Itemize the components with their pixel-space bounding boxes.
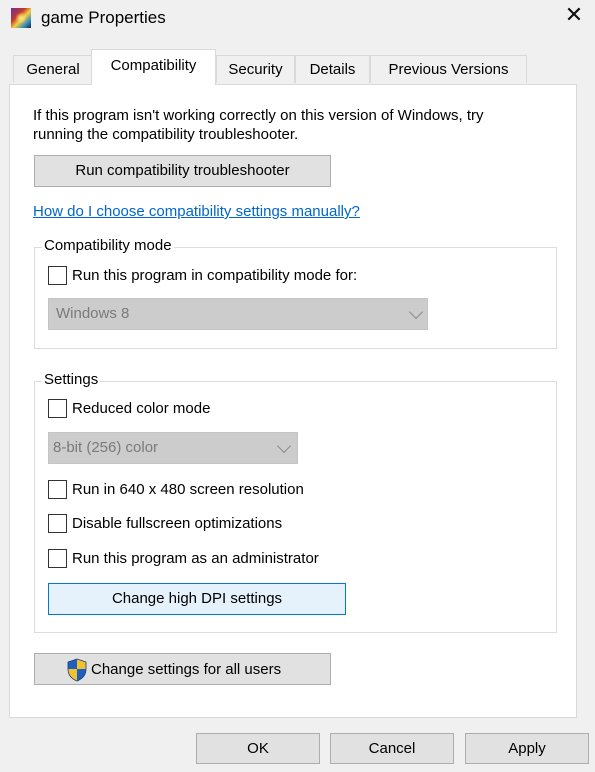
properties-dialog: game Properties ✕ General Compatibility … xyxy=(0,0,595,772)
uac-shield-icon xyxy=(66,658,88,682)
compat-mode-checkbox-label[interactable]: Run this program in compatibility mode f… xyxy=(72,266,357,285)
resolution-checkbox[interactable] xyxy=(48,480,67,499)
change-dpi-button[interactable]: Change high DPI settings xyxy=(48,583,346,615)
fullscreen-opt-label[interactable]: Disable fullscreen optimizations xyxy=(72,514,282,533)
chevron-down-icon xyxy=(408,304,424,320)
reduced-color-checkbox[interactable] xyxy=(48,399,67,418)
os-version-dropdown[interactable]: Windows 8 xyxy=(48,298,428,330)
cancel-button[interactable]: Cancel xyxy=(330,733,454,764)
run-as-admin-label[interactable]: Run this program as an administrator xyxy=(72,549,319,568)
window-title: game Properties xyxy=(41,8,166,27)
reduced-color-label[interactable]: Reduced color mode xyxy=(72,399,210,418)
tab-security[interactable]: Security xyxy=(216,55,295,83)
change-all-users-label: Change settings for all users xyxy=(91,661,282,678)
color-depth-dropdown[interactable]: 8-bit (256) color xyxy=(48,432,298,464)
resolution-label[interactable]: Run in 640 x 480 screen resolution xyxy=(72,480,304,499)
tab-previous-versions[interactable]: Previous Versions xyxy=(370,55,527,83)
tab-compatibility[interactable]: Compatibility xyxy=(91,49,216,85)
game-icon xyxy=(11,8,31,28)
apply-button[interactable]: Apply xyxy=(465,733,589,764)
close-icon[interactable]: ✕ xyxy=(556,1,592,33)
tab-general[interactable]: General xyxy=(13,55,93,83)
ok-button[interactable]: OK xyxy=(196,733,320,764)
color-depth-value: 8-bit (256) color xyxy=(53,439,159,456)
change-all-users-button[interactable]: Change settings for all users xyxy=(34,653,331,685)
compatibility-help-link[interactable]: How do I choose compatibility settings m… xyxy=(33,202,360,221)
settings-label: Settings xyxy=(42,371,101,389)
intro-text-line1: If this program isn't working correctly … xyxy=(33,107,484,124)
tab-details[interactable]: Details xyxy=(295,55,370,83)
os-version-value: Windows 8 xyxy=(56,305,130,322)
chevron-down-icon xyxy=(276,438,292,454)
compatibility-mode-label: Compatibility mode xyxy=(42,237,174,255)
fullscreen-opt-checkbox[interactable] xyxy=(48,514,67,533)
intro-text-line2: running the compatibility troubleshooter… xyxy=(33,126,299,143)
run-as-admin-checkbox[interactable] xyxy=(48,549,67,568)
run-troubleshooter-button[interactable]: Run compatibility troubleshooter xyxy=(34,155,331,187)
compat-mode-checkbox[interactable] xyxy=(48,266,67,285)
